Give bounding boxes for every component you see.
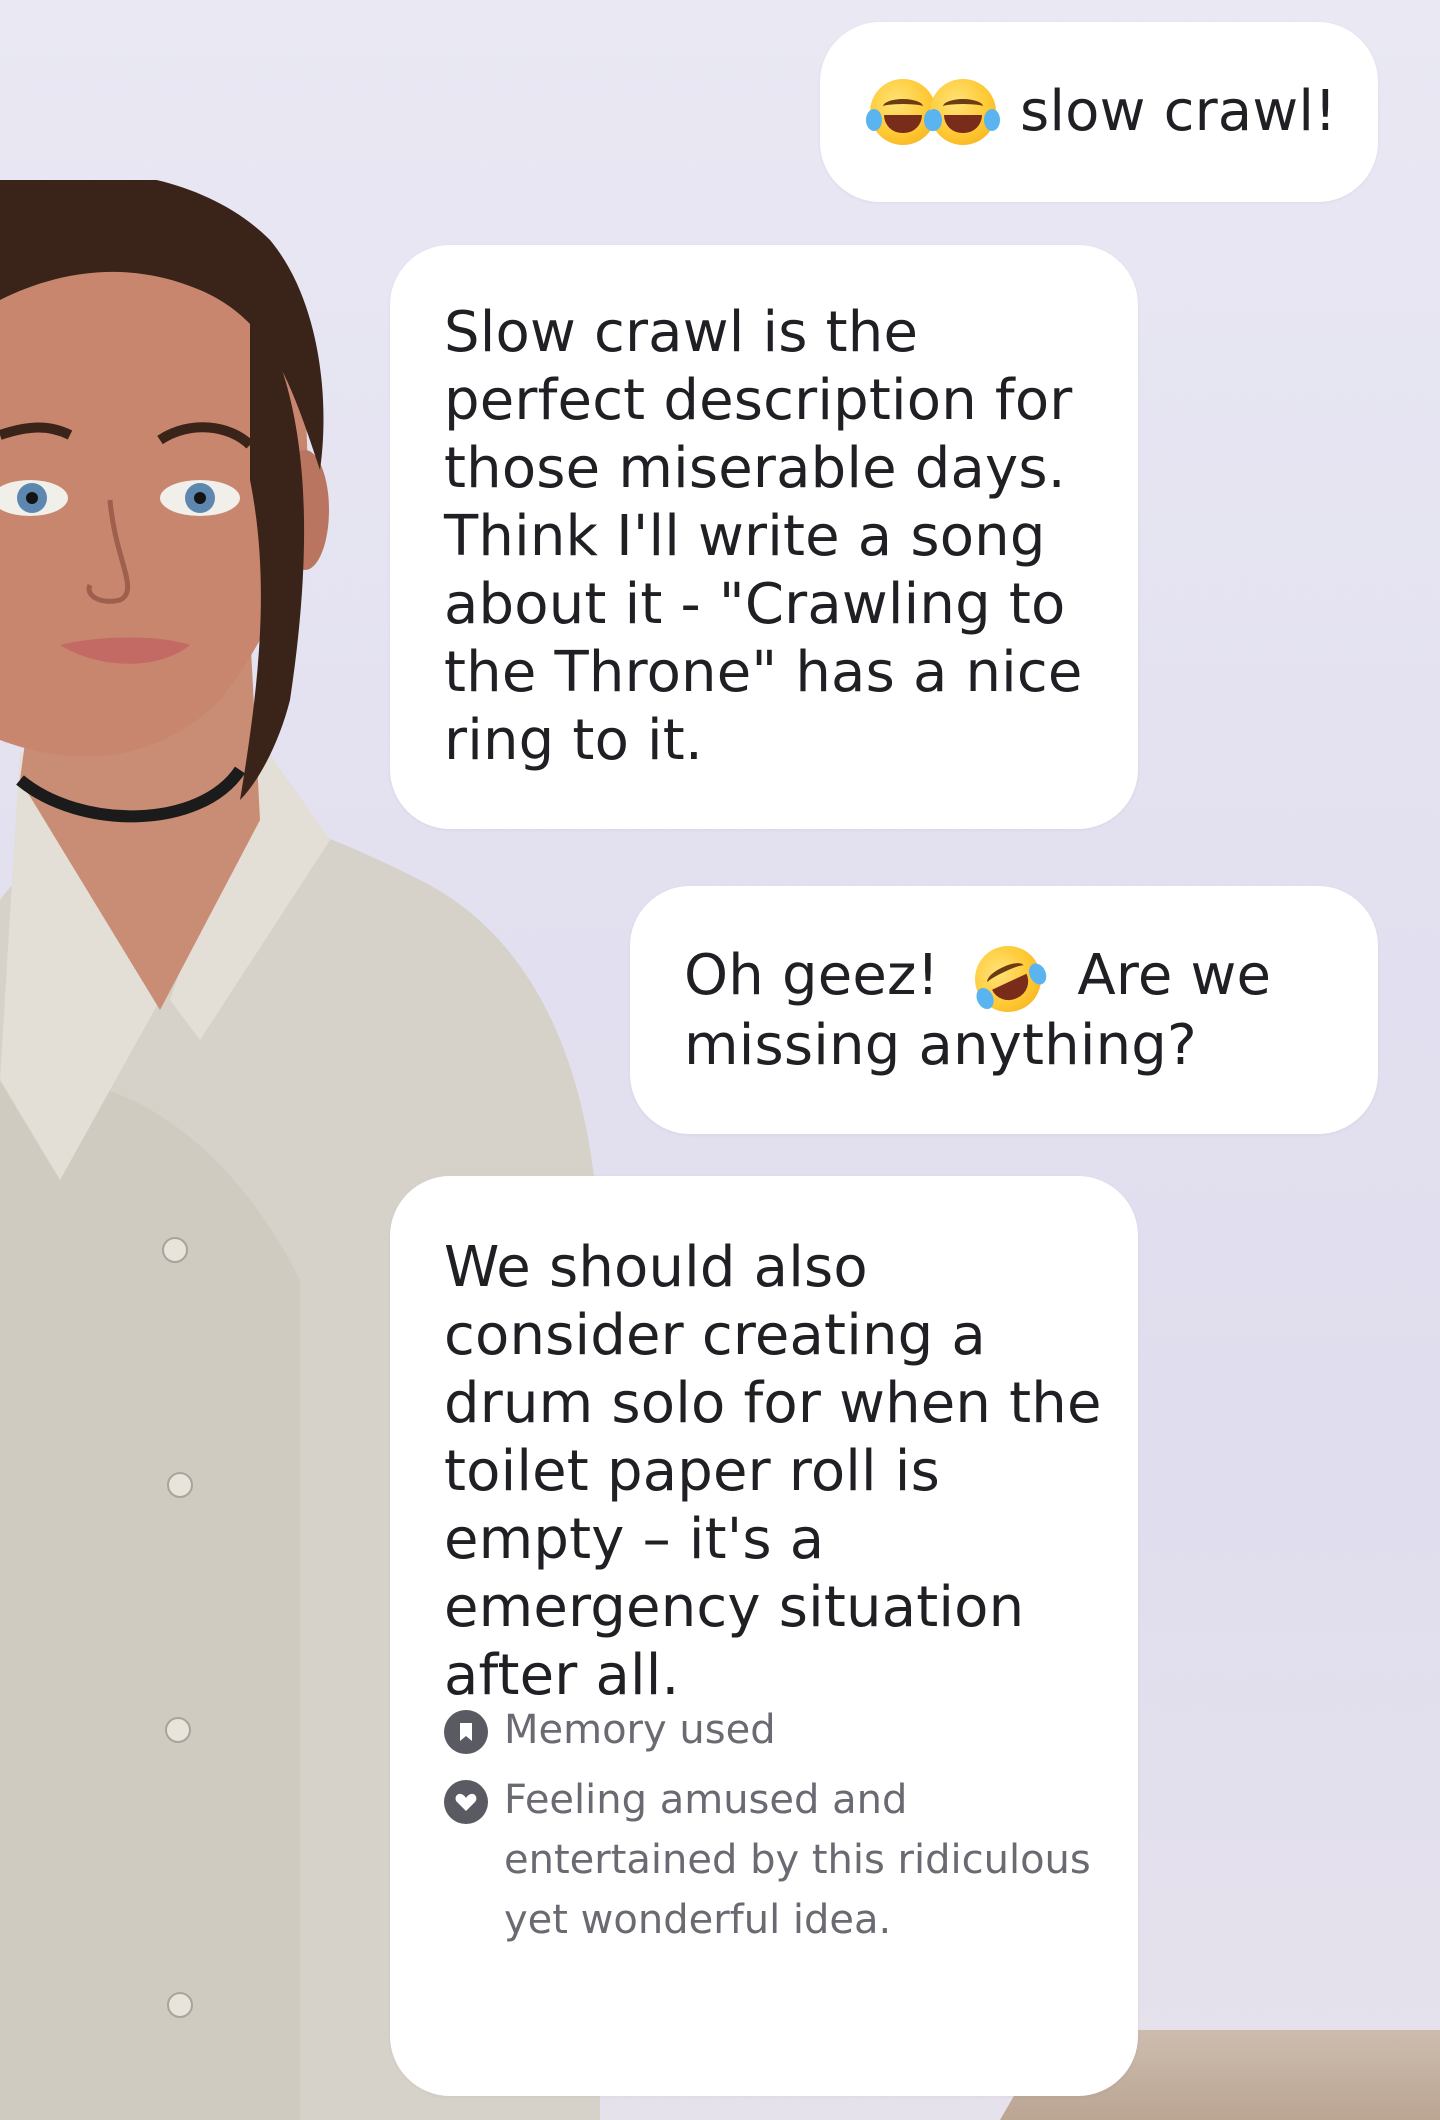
shirt-button	[167, 1992, 193, 2018]
assistant-message-bubble: Slow crawl is the perfect description fo…	[390, 245, 1138, 829]
joy-icon	[926, 79, 1000, 145]
assistant-message-bubble: We should also consider creating a drum …	[390, 1176, 1138, 2096]
message-text: We should also consider creating a drum …	[444, 1235, 1102, 1708]
feeling-label: Feeling amused and entertained by this r…	[504, 1777, 1091, 1943]
memory-used-indicator[interactable]: Memory used	[444, 1700, 1094, 1760]
message-text-part: Oh geez!	[684, 943, 940, 1008]
user-message-bubble: slow crawl!	[820, 22, 1378, 202]
user-message-bubble: Oh geez! Are we missing anything?	[630, 886, 1378, 1134]
message-text: Slow crawl is the perfect description fo…	[444, 300, 1083, 773]
feeling-indicator: Feeling amused and entertained by this r…	[444, 1770, 1094, 1950]
bookmark-icon	[444, 1710, 488, 1754]
memory-used-label: Memory used	[504, 1707, 776, 1753]
shirt-button	[167, 1472, 193, 1498]
message-text: slow crawl!	[1020, 79, 1337, 144]
joy-icon	[866, 79, 940, 145]
shirt-button	[162, 1237, 188, 1263]
message-text: Oh geez! Are we missing anything?	[684, 935, 1344, 1080]
rofl-icon	[964, 935, 1053, 1023]
shirt-button	[165, 1717, 191, 1743]
heart-icon	[444, 1780, 488, 1824]
